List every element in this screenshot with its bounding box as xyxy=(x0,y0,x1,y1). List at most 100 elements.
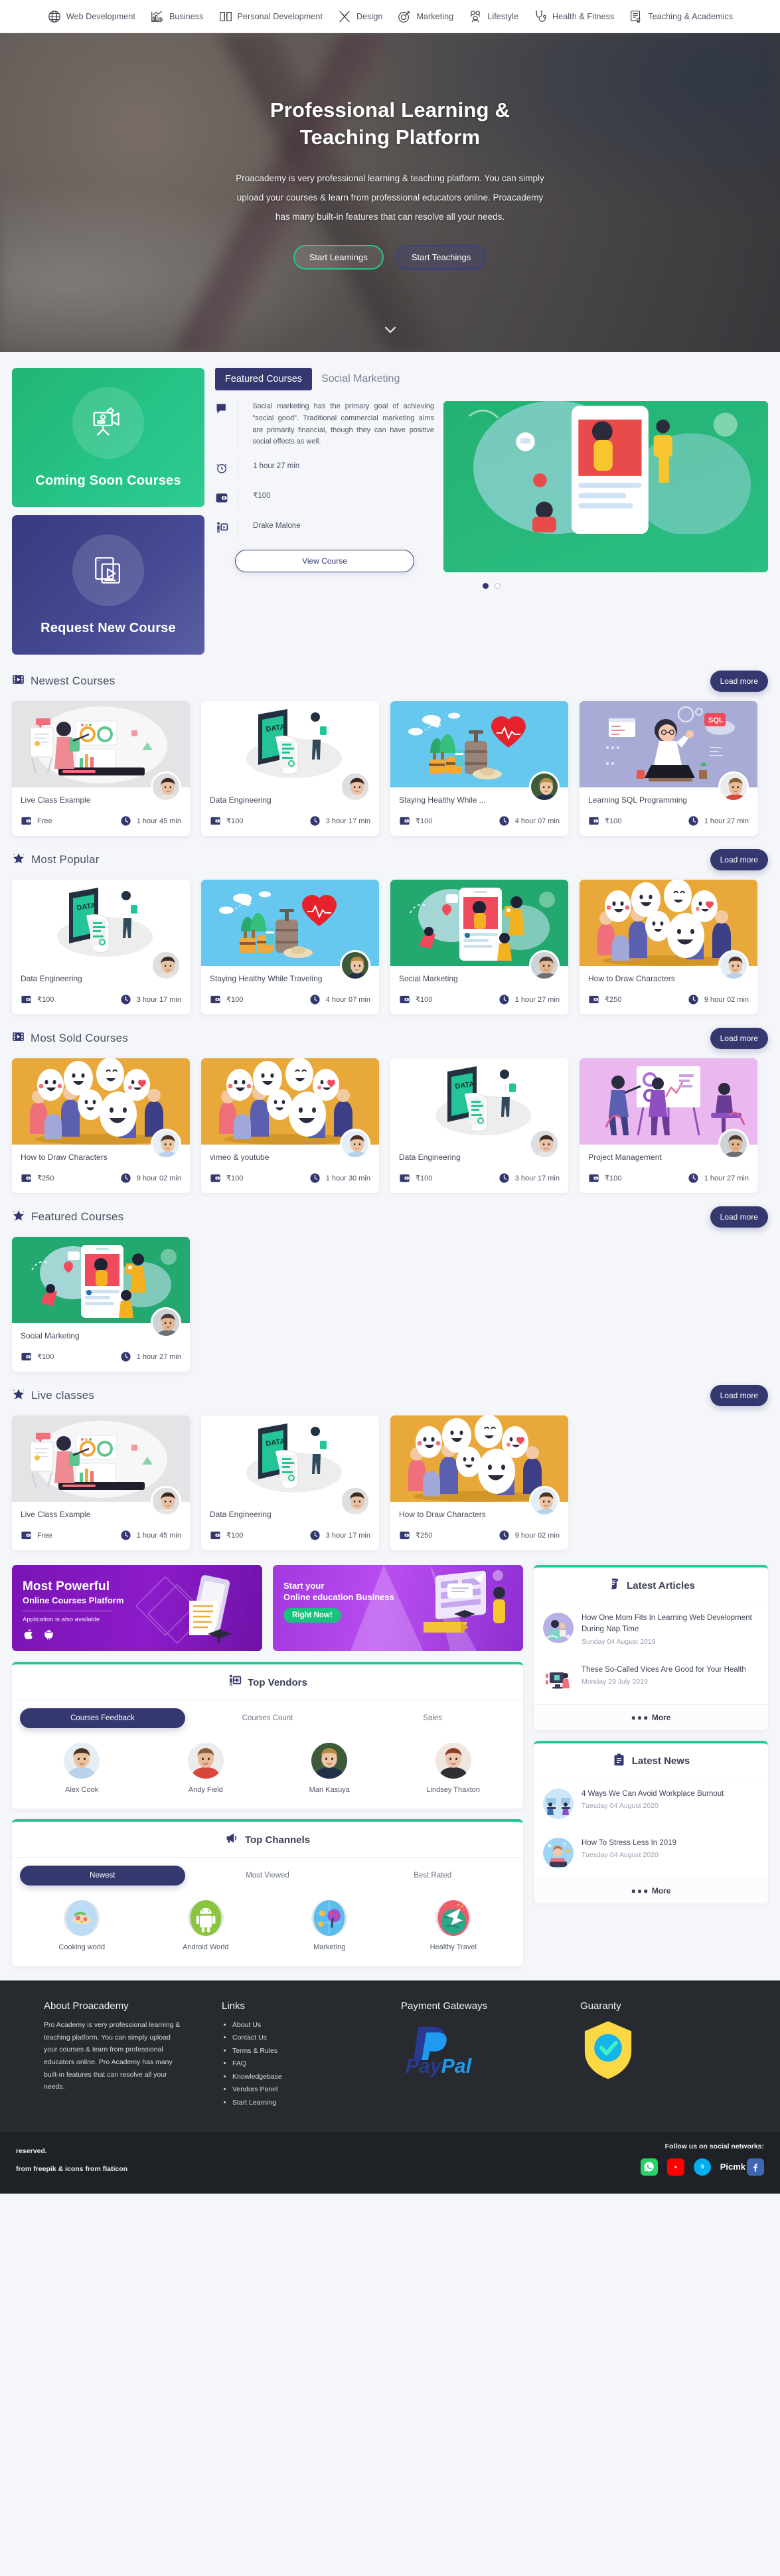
channel-item[interactable]: Healthy Travel xyxy=(392,1900,516,1951)
course-card[interactable]: DATA Data Engineering ₹100 3 hour 17 min xyxy=(12,880,190,1014)
course-card[interactable]: Social Marketing ₹100 1 hour 27 min xyxy=(12,1237,190,1372)
instructor-avatar[interactable] xyxy=(151,771,181,802)
nav-item-personal-development[interactable]: Personal Development xyxy=(212,7,329,27)
whatsapp-icon[interactable] xyxy=(640,2158,658,2176)
instructor-avatar[interactable] xyxy=(340,771,370,802)
course-card[interactable]: SQL Learning SQL Programming ₹100 1 hour… xyxy=(580,701,757,836)
footer-link[interactable]: About Us xyxy=(232,2019,388,2032)
course-card[interactable]: How to Draw Characters ₹250 9 hour 02 mi… xyxy=(390,1415,568,1550)
news-item[interactable]: ? How To Stress Less In 2019 Tuesday 04 … xyxy=(534,1828,768,1878)
article-item[interactable]: These So-Called Vices Are Good for Your … xyxy=(534,1655,768,1704)
tab-featured-courses[interactable]: Featured Courses xyxy=(215,368,313,390)
instructor-avatar[interactable] xyxy=(529,950,560,981)
course-card[interactable]: DATA Data Engineering ₹100 3 hour 17 min xyxy=(201,1415,379,1550)
view-course-button[interactable]: View Course xyxy=(235,550,414,573)
instructor-avatar[interactable] xyxy=(151,1307,181,1338)
news-more-button[interactable]: ●●● More xyxy=(534,1877,768,1903)
promo-app-banner[interactable]: Most Powerful Online Courses Platform Ap… xyxy=(12,1565,262,1651)
instructor-avatar[interactable] xyxy=(718,1129,749,1159)
featured-course-meta: Social marketing has the primary goal of… xyxy=(215,401,434,573)
nav-item-web-development[interactable]: Web Development xyxy=(41,7,141,27)
channel-item[interactable]: Android World xyxy=(144,1900,268,1951)
course-card[interactable]: Social Marketing ₹100 1 hour 27 min xyxy=(390,880,568,1014)
nav-item-marketing[interactable]: Marketing xyxy=(391,7,459,27)
android-icon[interactable] xyxy=(42,1628,55,1644)
footer-link[interactable]: Contact Us xyxy=(232,2032,388,2044)
channel-item[interactable]: Cooking world xyxy=(20,1900,144,1951)
nav-item-teaching-academics[interactable]: Teaching & Academics xyxy=(623,7,739,27)
instructor-avatar[interactable] xyxy=(718,771,749,802)
course-duration-chip: 1 hour 45 min xyxy=(120,1530,181,1541)
course-card[interactable]: DATA Data Engineering ₹100 3 hour 17 min xyxy=(201,701,379,836)
load-more-button[interactable]: Load more xyxy=(710,1385,768,1406)
course-price: ₹100 xyxy=(226,1532,244,1540)
promo-business-banner[interactable]: Start your Online education Business Rig… xyxy=(273,1565,523,1651)
request-new-course-tile[interactable]: Request New Course xyxy=(12,515,204,655)
nav-item-health-fitness[interactable]: Health & Fitness xyxy=(527,7,620,27)
footer-link[interactable]: Vendors Panel xyxy=(232,2083,388,2096)
instructor-avatar[interactable] xyxy=(529,1129,560,1159)
instructor-avatar[interactable] xyxy=(340,1129,370,1159)
footer-about-title: About Proacademy xyxy=(44,2000,129,2012)
instructor-avatar[interactable] xyxy=(340,1486,370,1516)
nav-item-business[interactable]: Business xyxy=(144,7,210,27)
instructor-avatar[interactable] xyxy=(529,771,560,802)
load-more-button[interactable]: Load more xyxy=(710,1206,768,1228)
instructor-avatar[interactable] xyxy=(718,950,749,981)
channel-tab-best-rated[interactable]: Best Rated xyxy=(350,1866,515,1886)
vendor-tab-courses-feedback[interactable]: Courses Feedback xyxy=(20,1708,185,1728)
articles-more-button[interactable]: ●●● More xyxy=(534,1704,768,1730)
footer-link[interactable]: Knowledgebase xyxy=(232,2071,388,2083)
vendor-item[interactable]: Lindsey Thaxton xyxy=(392,1743,516,1794)
carousel-dot-2[interactable] xyxy=(495,583,501,590)
vendor-tab-courses-count[interactable]: Courses Count xyxy=(185,1708,351,1728)
start-learnings-button[interactable]: Start Learnings xyxy=(293,244,384,270)
course-duration-chip: 3 hour 17 min xyxy=(120,994,181,1005)
apple-icon[interactable] xyxy=(23,1628,35,1644)
vendor-item[interactable]: Mari Kasuya xyxy=(268,1743,392,1794)
course-card[interactable]: vimeo & youtube ₹100 1 hour 30 min xyxy=(201,1058,379,1193)
vendor-tab-sales[interactable]: Sales xyxy=(350,1708,515,1728)
course-card[interactable]: Live Class Example Free 1 hour 45 min xyxy=(12,1415,190,1550)
clock-icon xyxy=(120,1530,131,1541)
channel-tab-newest[interactable]: Newest xyxy=(20,1866,185,1886)
skype-icon[interactable] xyxy=(693,2158,711,2176)
instructor-avatar[interactable] xyxy=(340,950,370,981)
youtube-icon[interactable] xyxy=(666,2158,684,2176)
facebook-icon[interactable] xyxy=(747,2158,764,2176)
news-item[interactable]: 4 Ways We Can Avoid Workplace Burnout Tu… xyxy=(534,1779,768,1828)
course-card[interactable]: DATA Data Engineering ₹100 3 hour 17 min xyxy=(390,1058,568,1193)
course-card[interactable]: How to Draw Characters ₹250 9 hour 02 mi… xyxy=(580,880,757,1014)
course-card[interactable]: Project Management ₹100 1 hour 27 min xyxy=(580,1058,757,1193)
vendor-item[interactable]: Alex Cook xyxy=(20,1743,144,1794)
course-duration: 1 hour 27 min xyxy=(253,462,300,471)
article-item[interactable]: How One Mom Fits In Learning Web Develop… xyxy=(534,1603,768,1655)
channel-item[interactable]: Marketing xyxy=(268,1900,392,1951)
course-card[interactable]: Staying Healthy While ... ₹100 4 hour 07… xyxy=(390,701,568,836)
carousel-dot-1[interactable] xyxy=(483,583,489,590)
vendor-item[interactable]: Andy Field xyxy=(144,1743,268,1794)
coming-soon-courses-tile[interactable]: Coming Soon Courses xyxy=(12,368,204,507)
instructor-avatar[interactable] xyxy=(529,1486,560,1516)
footer-link[interactable]: Start Learning xyxy=(232,2097,388,2109)
nav-item-design[interactable]: Design xyxy=(331,7,389,27)
course-card[interactable]: Staying Healthy While Traveling ₹100 4 h… xyxy=(201,880,379,1014)
start-teachings-button[interactable]: Start Teachings xyxy=(395,244,487,270)
promo-banners: Most Powerful Online Courses Platform Ap… xyxy=(12,1565,523,1651)
hero-title-line2: Teaching Platform xyxy=(299,125,481,149)
instructor-avatar[interactable] xyxy=(151,1486,181,1516)
course-card[interactable]: Live Class Example Free 1 hour 45 min xyxy=(12,701,190,836)
load-more-button[interactable]: Load more xyxy=(710,671,768,692)
instructor-avatar[interactable] xyxy=(151,950,181,981)
watermark-text: Picmk xyxy=(720,2162,745,2172)
course-card[interactable]: How to Draw Characters ₹250 9 hour 02 mi… xyxy=(12,1058,190,1193)
load-more-button[interactable]: Load more xyxy=(710,849,768,870)
scroll-down-chevron-icon[interactable] xyxy=(382,321,399,341)
load-more-button[interactable]: Load more xyxy=(710,1028,768,1049)
footer-link[interactable]: FAQ xyxy=(232,2057,388,2070)
channel-tab-most-viewed[interactable]: Most Viewed xyxy=(185,1866,351,1886)
course-price-chip: ₹100 xyxy=(588,1172,621,1184)
footer-link[interactable]: Terms & Rules xyxy=(232,2045,388,2057)
nav-item-lifestyle[interactable]: Lifestyle xyxy=(462,7,524,27)
instructor-avatar[interactable] xyxy=(151,1129,181,1159)
